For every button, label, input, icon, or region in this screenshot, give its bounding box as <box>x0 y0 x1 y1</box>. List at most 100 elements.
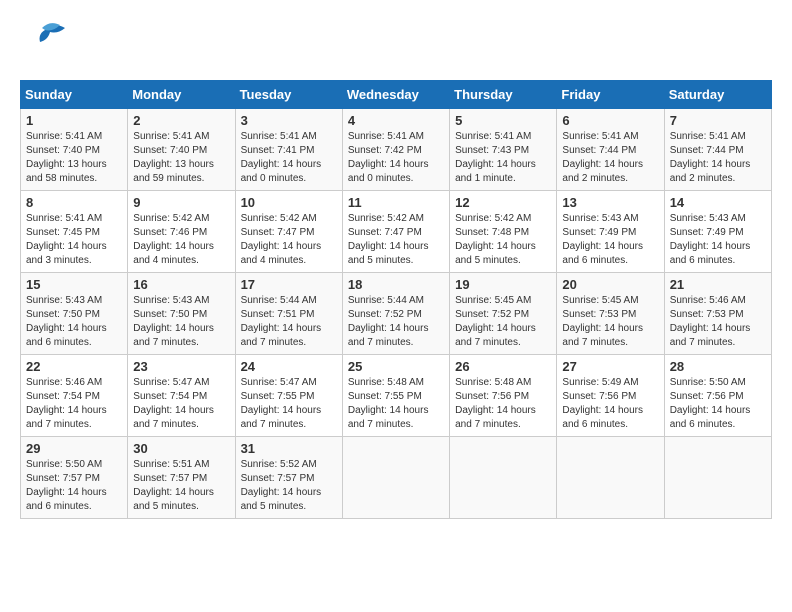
day-number: 23 <box>133 359 229 374</box>
calendar-cell: 18 Sunrise: 5:44 AM Sunset: 7:52 PM Dayl… <box>342 273 449 355</box>
day-info: Sunrise: 5:42 AM Sunset: 7:47 PM Dayligh… <box>241 212 337 268</box>
sunset-label: Sunset: 7:47 PM <box>241 227 315 238</box>
sunset-label: Sunset: 7:47 PM <box>348 227 422 238</box>
daylight-label: Daylight: 14 hours and 7 minutes. <box>670 323 751 348</box>
page-header <box>20 20 772 70</box>
sunset-label: Sunset: 7:43 PM <box>455 145 529 156</box>
daylight-label: Daylight: 14 hours and 7 minutes. <box>133 323 214 348</box>
weekday-header-monday: Monday <box>128 81 235 109</box>
sunrise-label: Sunrise: 5:47 AM <box>241 377 317 388</box>
sunrise-label: Sunrise: 5:41 AM <box>26 213 102 224</box>
sunrise-label: Sunrise: 5:46 AM <box>26 377 102 388</box>
daylight-label: Daylight: 14 hours and 7 minutes. <box>241 405 322 430</box>
calendar-cell: 22 Sunrise: 5:46 AM Sunset: 7:54 PM Dayl… <box>21 355 128 437</box>
calendar-week-row: 15 Sunrise: 5:43 AM Sunset: 7:50 PM Dayl… <box>21 273 772 355</box>
sunrise-label: Sunrise: 5:41 AM <box>241 131 317 142</box>
day-info: Sunrise: 5:46 AM Sunset: 7:53 PM Dayligh… <box>670 294 766 350</box>
sunrise-label: Sunrise: 5:52 AM <box>241 459 317 470</box>
calendar-cell: 5 Sunrise: 5:41 AM Sunset: 7:43 PM Dayli… <box>450 109 557 191</box>
sunrise-label: Sunrise: 5:44 AM <box>241 295 317 306</box>
sunrise-label: Sunrise: 5:42 AM <box>241 213 317 224</box>
day-info: Sunrise: 5:52 AM Sunset: 7:57 PM Dayligh… <box>241 458 337 514</box>
sunset-label: Sunset: 7:51 PM <box>241 309 315 320</box>
daylight-label: Daylight: 14 hours and 6 minutes. <box>670 241 751 266</box>
day-number: 8 <box>26 195 122 210</box>
calendar-cell <box>664 437 771 519</box>
day-number: 14 <box>670 195 766 210</box>
calendar-cell <box>450 437 557 519</box>
sunset-label: Sunset: 7:50 PM <box>26 309 100 320</box>
sunrise-label: Sunrise: 5:50 AM <box>670 377 746 388</box>
sunset-label: Sunset: 7:49 PM <box>670 227 744 238</box>
sunrise-label: Sunrise: 5:42 AM <box>133 213 209 224</box>
calendar-cell: 27 Sunrise: 5:49 AM Sunset: 7:56 PM Dayl… <box>557 355 664 437</box>
day-info: Sunrise: 5:41 AM Sunset: 7:40 PM Dayligh… <box>133 130 229 186</box>
calendar-cell: 12 Sunrise: 5:42 AM Sunset: 7:48 PM Dayl… <box>450 191 557 273</box>
day-info: Sunrise: 5:45 AM Sunset: 7:53 PM Dayligh… <box>562 294 658 350</box>
day-info: Sunrise: 5:41 AM Sunset: 7:44 PM Dayligh… <box>670 130 766 186</box>
sunrise-label: Sunrise: 5:41 AM <box>348 131 424 142</box>
daylight-label: Daylight: 14 hours and 5 minutes. <box>455 241 536 266</box>
weekday-header-thursday: Thursday <box>450 81 557 109</box>
calendar-week-row: 22 Sunrise: 5:46 AM Sunset: 7:54 PM Dayl… <box>21 355 772 437</box>
daylight-label: Daylight: 14 hours and 4 minutes. <box>133 241 214 266</box>
day-number: 2 <box>133 113 229 128</box>
calendar-week-row: 1 Sunrise: 5:41 AM Sunset: 7:40 PM Dayli… <box>21 109 772 191</box>
daylight-label: Daylight: 14 hours and 6 minutes. <box>562 405 643 430</box>
day-number: 22 <box>26 359 122 374</box>
day-number: 31 <box>241 441 337 456</box>
sunrise-label: Sunrise: 5:48 AM <box>348 377 424 388</box>
daylight-label: Daylight: 14 hours and 7 minutes. <box>455 323 536 348</box>
day-number: 7 <box>670 113 766 128</box>
daylight-label: Daylight: 14 hours and 7 minutes. <box>133 405 214 430</box>
calendar-cell: 25 Sunrise: 5:48 AM Sunset: 7:55 PM Dayl… <box>342 355 449 437</box>
sunrise-label: Sunrise: 5:51 AM <box>133 459 209 470</box>
calendar-cell <box>342 437 449 519</box>
calendar-cell: 24 Sunrise: 5:47 AM Sunset: 7:55 PM Dayl… <box>235 355 342 437</box>
day-info: Sunrise: 5:47 AM Sunset: 7:54 PM Dayligh… <box>133 376 229 432</box>
weekday-header-sunday: Sunday <box>21 81 128 109</box>
sunrise-label: Sunrise: 5:45 AM <box>455 295 531 306</box>
daylight-label: Daylight: 14 hours and 6 minutes. <box>26 323 107 348</box>
calendar-cell: 31 Sunrise: 5:52 AM Sunset: 7:57 PM Dayl… <box>235 437 342 519</box>
day-info: Sunrise: 5:49 AM Sunset: 7:56 PM Dayligh… <box>562 376 658 432</box>
day-info: Sunrise: 5:48 AM Sunset: 7:56 PM Dayligh… <box>455 376 551 432</box>
calendar-cell: 3 Sunrise: 5:41 AM Sunset: 7:41 PM Dayli… <box>235 109 342 191</box>
daylight-label: Daylight: 13 hours and 59 minutes. <box>133 159 214 184</box>
day-number: 30 <box>133 441 229 456</box>
sunrise-label: Sunrise: 5:48 AM <box>455 377 531 388</box>
day-info: Sunrise: 5:47 AM Sunset: 7:55 PM Dayligh… <box>241 376 337 432</box>
day-number: 6 <box>562 113 658 128</box>
day-info: Sunrise: 5:51 AM Sunset: 7:57 PM Dayligh… <box>133 458 229 514</box>
day-number: 9 <box>133 195 229 210</box>
day-number: 16 <box>133 277 229 292</box>
sunset-label: Sunset: 7:44 PM <box>670 145 744 156</box>
weekday-header-tuesday: Tuesday <box>235 81 342 109</box>
calendar-cell <box>557 437 664 519</box>
daylight-label: Daylight: 14 hours and 5 minutes. <box>241 487 322 512</box>
daylight-label: Daylight: 14 hours and 7 minutes. <box>241 323 322 348</box>
day-info: Sunrise: 5:44 AM Sunset: 7:51 PM Dayligh… <box>241 294 337 350</box>
calendar-cell: 15 Sunrise: 5:43 AM Sunset: 7:50 PM Dayl… <box>21 273 128 355</box>
daylight-label: Daylight: 14 hours and 1 minute. <box>455 159 536 184</box>
sunset-label: Sunset: 7:45 PM <box>26 227 100 238</box>
weekday-header-saturday: Saturday <box>664 81 771 109</box>
sunrise-label: Sunrise: 5:46 AM <box>670 295 746 306</box>
sunset-label: Sunset: 7:54 PM <box>133 391 207 402</box>
daylight-label: Daylight: 14 hours and 6 minutes. <box>670 405 751 430</box>
sunset-label: Sunset: 7:57 PM <box>26 473 100 484</box>
day-number: 26 <box>455 359 551 374</box>
calendar-cell: 20 Sunrise: 5:45 AM Sunset: 7:53 PM Dayl… <box>557 273 664 355</box>
sunrise-label: Sunrise: 5:44 AM <box>348 295 424 306</box>
sunrise-label: Sunrise: 5:41 AM <box>26 131 102 142</box>
day-info: Sunrise: 5:48 AM Sunset: 7:55 PM Dayligh… <box>348 376 444 432</box>
calendar-cell: 28 Sunrise: 5:50 AM Sunset: 7:56 PM Dayl… <box>664 355 771 437</box>
calendar-cell: 1 Sunrise: 5:41 AM Sunset: 7:40 PM Dayli… <box>21 109 128 191</box>
daylight-label: Daylight: 14 hours and 5 minutes. <box>133 487 214 512</box>
calendar-cell: 9 Sunrise: 5:42 AM Sunset: 7:46 PM Dayli… <box>128 191 235 273</box>
sunset-label: Sunset: 7:49 PM <box>562 227 636 238</box>
weekday-header-friday: Friday <box>557 81 664 109</box>
daylight-label: Daylight: 14 hours and 5 minutes. <box>348 241 429 266</box>
sunrise-label: Sunrise: 5:47 AM <box>133 377 209 388</box>
day-number: 13 <box>562 195 658 210</box>
